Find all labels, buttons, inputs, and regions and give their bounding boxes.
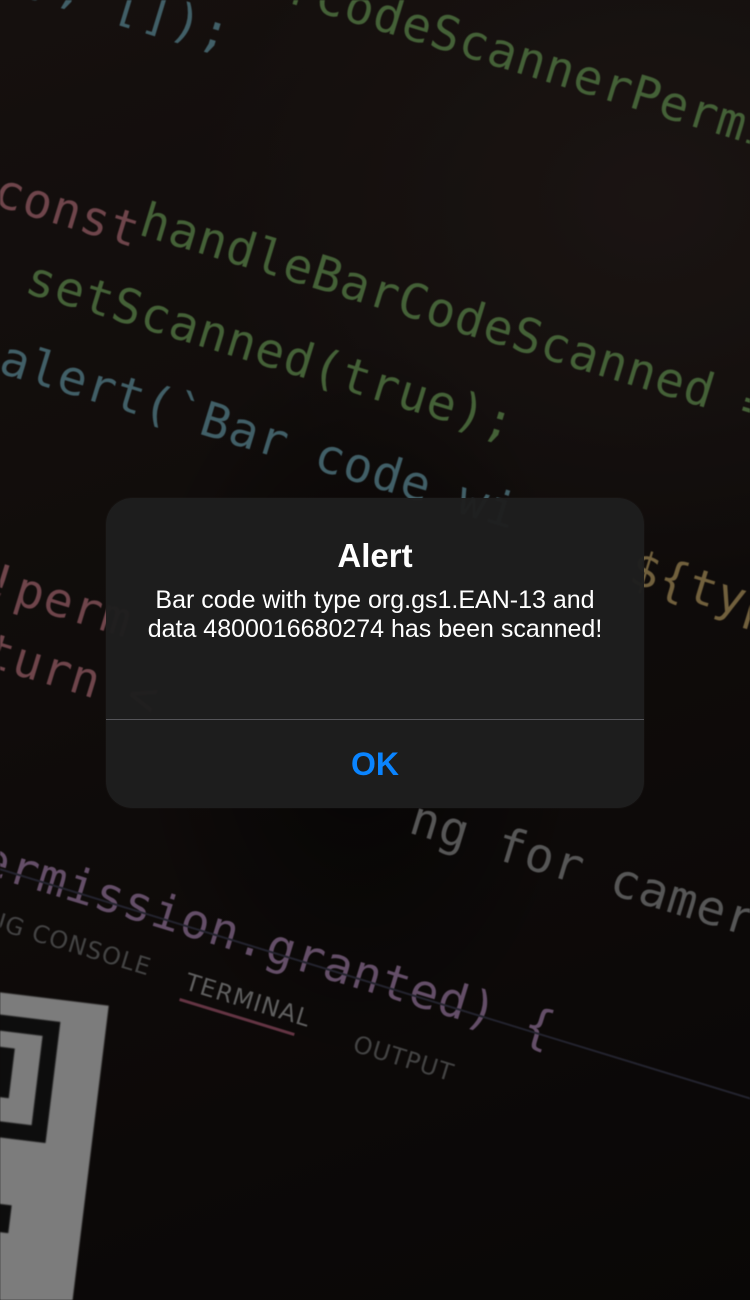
alert-message: Bar code with type org.gs1.EAN-13 and da…	[147, 586, 603, 643]
camera-screen: }, []); BarCodeScannerPermiss const hand…	[0, 0, 750, 1300]
ok-button[interactable]: OK	[106, 720, 644, 808]
alert-title: Alert	[337, 537, 413, 574]
alert-dialog: Alert Bar code with type org.gs1.EAN-13 …	[106, 498, 644, 808]
